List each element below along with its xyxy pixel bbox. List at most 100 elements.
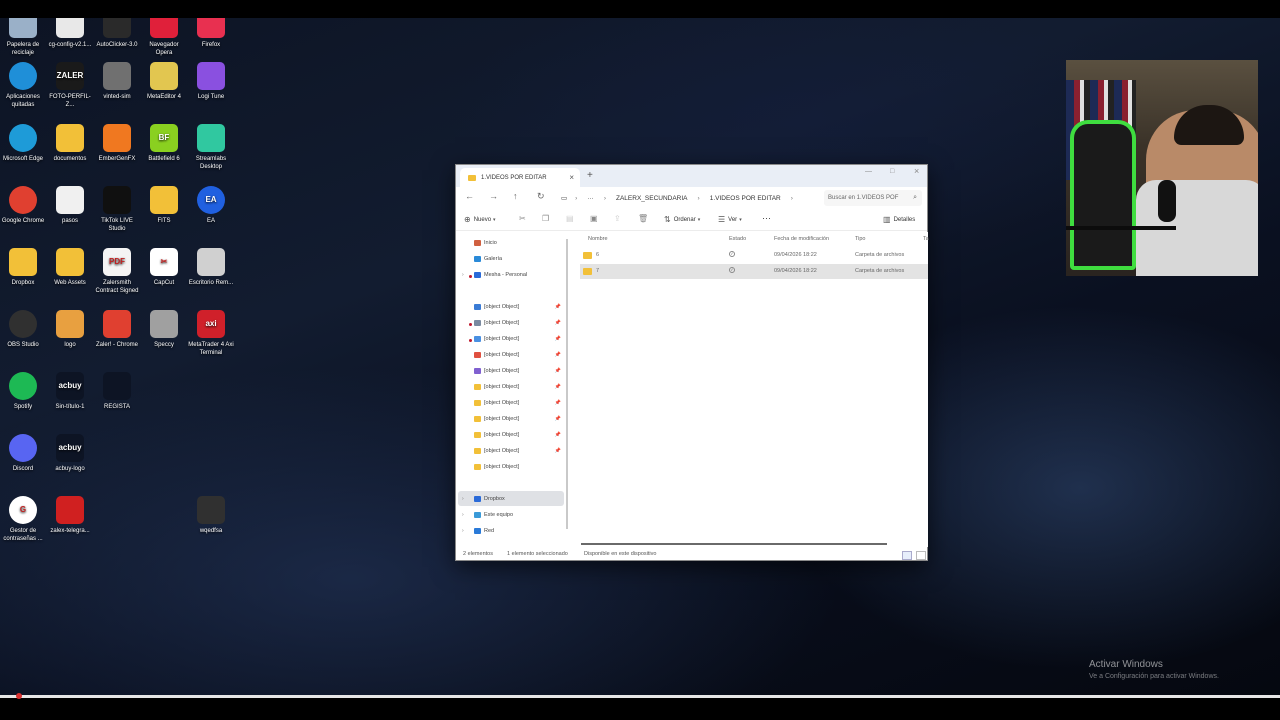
cut-icon[interactable]: ✂ <box>519 214 526 223</box>
nav-item[interactable]: [object Object] 📌 <box>458 363 564 378</box>
sort-button[interactable]: ⇅ Ordenar ▾ <box>664 215 703 224</box>
desktop-icon[interactable]: Streamlabs Desktop <box>188 124 234 171</box>
desktop-icon[interactable]: acbuy acbuy-logo <box>47 434 93 473</box>
desktop-icon[interactable]: Web Assets <box>47 248 93 287</box>
paste-icon[interactable]: ▤ <box>566 214 574 223</box>
desktop-icon[interactable]: ZALER FOTO-PERFIL-Z... <box>47 62 93 109</box>
desktop-icon[interactable]: EmberGenFX <box>94 124 140 163</box>
desktop-icon[interactable]: vinted-sim <box>94 62 140 101</box>
desktop-icon[interactable]: MetaEditor 4 <box>141 62 187 101</box>
desktop-icon[interactable]: Navegador Opera <box>141 18 187 57</box>
tiles-view-icon[interactable] <box>916 551 926 560</box>
nav-item[interactable]: [object Object] 📌 <box>458 395 564 410</box>
desktop-icon[interactable]: AutoClicker-3.0 <box>94 18 140 49</box>
column-header-date[interactable]: Fecha de modificación <box>774 236 829 242</box>
nav-item[interactable]: › Dropbox <box>458 491 564 506</box>
chevron-right-icon[interactable]: › <box>791 195 793 202</box>
expand-chevron-icon[interactable]: › <box>462 512 464 518</box>
desktop-icon[interactable]: logo <box>47 310 93 349</box>
desktop-icon[interactable]: Microsoft Edge <box>0 124 46 163</box>
file-row[interactable]: 7 09/04/2026 18:22 Carpeta de archivos ✓ <box>580 264 928 279</box>
desktop-icon[interactable]: wqedfsa <box>188 496 234 535</box>
breadcrumb-item[interactable]: ZALERX_SECUNDARIA <box>616 195 688 202</box>
desktop-icon[interactable]: Escritorio Rem... <box>188 248 234 287</box>
desktop-icon[interactable]: Discord <box>0 434 46 473</box>
desktop-icon[interactable]: BF Battlefield 6 <box>141 124 187 163</box>
new-tab-button[interactable]: + <box>587 170 593 181</box>
desktop-icon[interactable]: axi MetaTrader 4 Axi Terminal <box>188 310 234 357</box>
desktop-icon[interactable]: cg-config-v2.1... <box>47 18 93 49</box>
nav-scrollbar[interactable] <box>566 239 568 529</box>
nav-item[interactable]: [object Object] 📌 <box>458 443 564 458</box>
desktop-icon[interactable]: Dropbox <box>0 248 46 287</box>
nav-item[interactable]: [object Object] 📌 <box>458 427 564 442</box>
desktop-icon[interactable]: ✂ CapCut <box>141 248 187 287</box>
title-bar[interactable]: 1.VIDEOS POR EDITAR × + — □ × <box>456 165 927 187</box>
new-button[interactable]: ⊕ Nuevo ▾ <box>464 215 499 224</box>
nav-item[interactable]: [object Object] 📌 <box>458 299 564 314</box>
desktop-icon[interactable]: Speccy <box>141 310 187 349</box>
desktop-icon[interactable]: G Gestor de contraseñas ... <box>0 496 46 543</box>
horizontal-scrollbar[interactable] <box>581 543 887 545</box>
nav-item[interactable]: Inicio <box>458 235 564 250</box>
file-list[interactable]: Nombre Estado Fecha de modificación Tipo… <box>576 232 929 547</box>
desktop-icon[interactable]: Firefox <box>188 18 234 49</box>
forward-arrow-icon[interactable]: → <box>489 191 498 201</box>
desktop-icon[interactable]: FITS <box>141 186 187 225</box>
view-button[interactable]: ☰ Ver ▾ <box>718 215 745 224</box>
expand-chevron-icon[interactable]: › <box>462 528 464 534</box>
column-header-status[interactable]: Estado <box>729 236 746 242</box>
desktop-icon[interactable]: TikTok LIVE Studio <box>94 186 140 233</box>
nav-item[interactable]: [object Object] 📌 <box>458 347 564 362</box>
close-tab-icon[interactable]: × <box>569 173 574 182</box>
minimize-icon[interactable]: — <box>865 168 872 175</box>
nav-item[interactable]: Galería <box>458 251 564 266</box>
copy-icon[interactable]: ❐ <box>542 214 549 223</box>
desktop-icon[interactable]: Papelera de reciclaje <box>0 18 46 57</box>
address-bar[interactable]: ← → ↑ ↻ ▭ › ··· › ZALERX_SECUNDARIA › 1.… <box>456 187 927 209</box>
back-arrow-icon[interactable]: ← <box>465 191 474 201</box>
share-icon[interactable]: ⇪ <box>614 214 621 223</box>
refresh-icon[interactable]: ↻ <box>537 191 545 202</box>
expand-chevron-icon[interactable]: › <box>462 272 464 278</box>
desktop-icon[interactable]: documentos <box>47 124 93 163</box>
nav-item[interactable]: [object Object] <box>458 459 564 474</box>
file-row[interactable]: 6 09/04/2026 18:22 Carpeta de archivos ✓ <box>580 248 928 263</box>
delete-icon[interactable]: 🗑 <box>638 214 648 223</box>
up-arrow-icon[interactable]: ↑ <box>513 191 518 201</box>
breadcrumb-item[interactable]: 1.VIDEOS POR EDITAR <box>710 195 781 202</box>
more-options-button[interactable]: ··· <box>762 213 771 223</box>
desktop-icon[interactable]: OBS Studio <box>0 310 46 349</box>
desktop-icon[interactable]: pasos <box>47 186 93 225</box>
nav-item[interactable]: [object Object] 📌 <box>458 331 564 346</box>
column-header-name[interactable]: Nombre <box>588 236 608 242</box>
desktop-icon[interactable]: PDF Zalersmith Contract Signed <box>94 248 140 295</box>
column-header-type[interactable]: Tipo <box>855 236 866 242</box>
desktop-icon[interactable]: REGISTA <box>94 372 140 411</box>
desktop-icon[interactable]: Zaler! - Chrome <box>94 310 140 349</box>
desktop-icon[interactable]: Logi Tune <box>188 62 234 101</box>
more-crumbs-icon[interactable]: ··· <box>587 195 594 202</box>
desktop-icon[interactable]: Aplicaciones quitadas <box>0 62 46 109</box>
nav-item[interactable]: [object Object] 📌 <box>458 315 564 330</box>
expand-chevron-icon[interactable]: › <box>462 496 464 502</box>
rename-icon[interactable]: ▣ <box>590 214 598 223</box>
details-button[interactable]: ▥ Detalles <box>883 215 915 224</box>
breadcrumb[interactable]: ▭ › ··· › ZALERX_SECUNDARIA › 1.VIDEOS P… <box>561 192 803 204</box>
search-input[interactable]: Buscar en 1.VIDEOS POF ⌕ <box>824 190 922 206</box>
nav-item[interactable]: › Este equipo <box>458 507 564 522</box>
desktop-icon[interactable]: Google Chrome <box>0 186 46 225</box>
desktop-icon[interactable]: EA EA <box>188 186 234 225</box>
nav-item[interactable]: [object Object] 📌 <box>458 411 564 426</box>
desktop-icon[interactable]: Spotify <box>0 372 46 411</box>
maximize-icon[interactable]: □ <box>890 168 894 175</box>
file-explorer-window[interactable]: 1.VIDEOS POR EDITAR × + — □ × ← → ↑ ↻ ▭ … <box>455 164 929 561</box>
column-header-size[interactable]: Ta <box>923 236 929 242</box>
nav-item[interactable]: › Red <box>458 523 564 538</box>
desktop-icon[interactable]: zalex-telegra... <box>47 496 93 535</box>
desktop-icon[interactable]: acbuy Sin-título-1 <box>47 372 93 411</box>
close-window-icon[interactable]: × <box>914 166 919 176</box>
navigation-pane[interactable]: Inicio Galería › Mesha - Personal [object Ob… <box>456 232 568 547</box>
nav-item[interactable]: [object Object] 📌 <box>458 379 564 394</box>
nav-item[interactable]: › Mesha - Personal <box>458 267 564 282</box>
